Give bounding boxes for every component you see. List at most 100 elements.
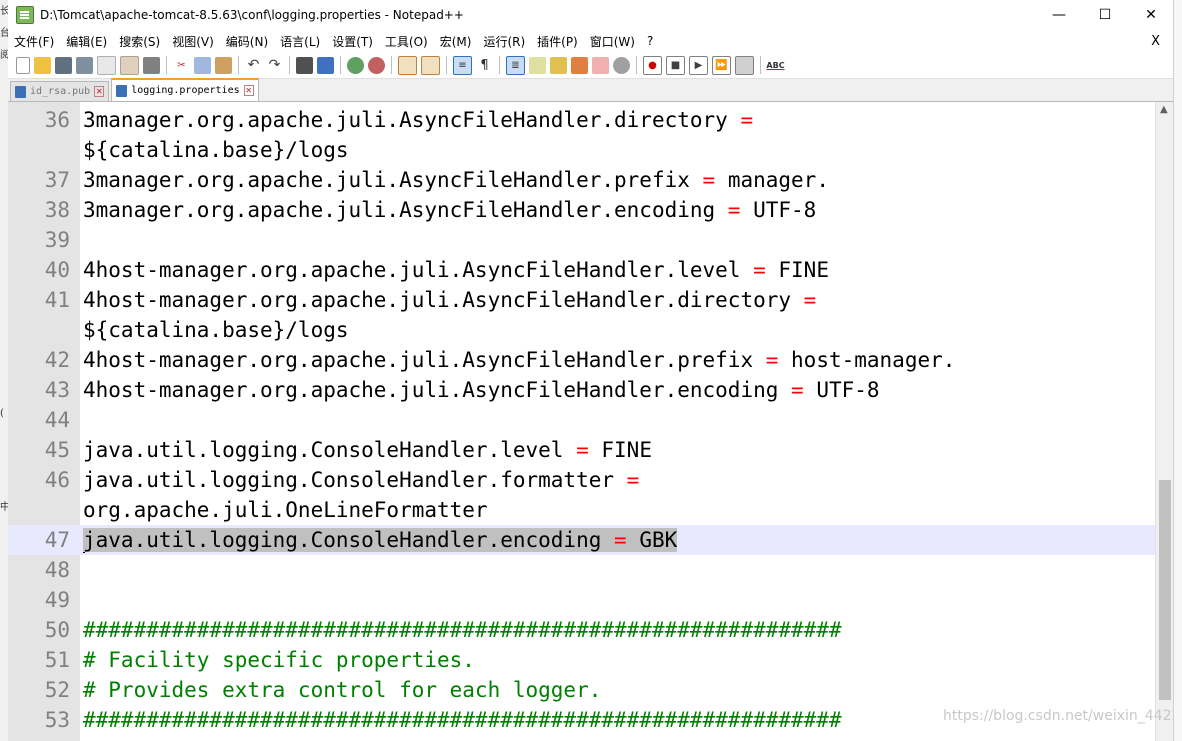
menu-language[interactable]: 语言(L) — [274, 33, 326, 50]
paste-icon[interactable] — [215, 56, 232, 74]
line-number: 42 — [44, 348, 70, 372]
editor-line[interactable]: 46 java.util.logging.ConsoleHandler.forma… — [8, 465, 1156, 495]
close-window-button[interactable]: ✕ — [1128, 0, 1174, 30]
editor-line[interactable]: 39 — [8, 225, 1156, 255]
menu-help[interactable]: ? — [641, 34, 659, 48]
title-bar[interactable]: D:\Tomcat\apache-tomcat-8.5.63\conf\logg… — [8, 0, 1174, 30]
close-icon[interactable] — [97, 55, 116, 75]
file-saved-icon — [15, 85, 26, 98]
menu-settings[interactable]: 设置(T) — [326, 33, 379, 50]
editor-line[interactable]: 49 — [8, 585, 1156, 615]
save-all-icon[interactable] — [76, 56, 93, 74]
cut-icon[interactable]: ✂ — [173, 57, 190, 74]
print-icon[interactable] — [143, 56, 160, 74]
redo-icon[interactable]: ↷ — [266, 57, 283, 74]
editor-line[interactable]: 40 4host-manager.org.apache.juli.AsyncFil… — [8, 255, 1156, 285]
editor-line[interactable]: 38 3manager.org.apache.juli.AsyncFileHand… — [8, 195, 1156, 225]
open-file-icon[interactable] — [34, 56, 51, 74]
save-macro-icon[interactable] — [735, 55, 754, 75]
line-number: 38 — [44, 198, 70, 222]
editor-line[interactable]: 47 java.util.logging.ConsoleHandler.encod… — [8, 525, 1156, 555]
code-token: = — [740, 108, 754, 132]
function-list-icon[interactable] — [571, 56, 588, 74]
scrollbar-thumb[interactable] — [1159, 480, 1171, 700]
code-token: ${catalina.base}/logs — [83, 318, 349, 342]
menu-plugins[interactable]: 插件(P) — [531, 33, 584, 50]
code-token: = — [727, 198, 741, 222]
copy-icon[interactable] — [194, 56, 211, 74]
code-token: java.util.logging.ConsoleHandler.level — [83, 438, 577, 462]
line-number: 46 — [44, 468, 70, 492]
editor-line[interactable]: 50 ######################################… — [8, 615, 1156, 645]
line-code: java.util.logging.ConsoleHandler.level =… — [83, 435, 652, 465]
zoom-in-icon[interactable] — [347, 56, 364, 74]
menu-file[interactable]: 文件(F) — [8, 33, 60, 50]
code-token: ${catalina.base}/logs — [83, 138, 349, 162]
menu-macro[interactable]: 宏(M) — [434, 33, 478, 50]
stop-macro-icon[interactable]: ■ — [666, 55, 685, 75]
close-icon[interactable]: ✕ — [243, 85, 254, 96]
sync-vertical-icon[interactable] — [398, 55, 417, 75]
maximize-button[interactable]: ☐ — [1082, 0, 1128, 30]
tab-logging-properties[interactable]: logging.properties ✕ — [111, 78, 259, 101]
menu-view[interactable]: 视图(V) — [166, 33, 220, 50]
zoom-out-icon[interactable] — [368, 56, 385, 74]
line-number: 45 — [44, 438, 70, 462]
editor-line[interactable]: 44 — [8, 405, 1156, 435]
scroll-up-arrow-icon[interactable]: ▲ — [1160, 104, 1168, 115]
editor-line[interactable]: 36 3manager.org.apache.juli.AsyncFileHand… — [8, 105, 1156, 135]
menu-encoding[interactable]: 编码(N) — [220, 33, 274, 50]
doc-map-icon[interactable] — [550, 56, 567, 74]
minimize-button[interactable]: — — [1036, 0, 1082, 30]
word-wrap-icon[interactable]: ≡ — [453, 55, 472, 75]
indent-guide-icon[interactable]: ≣ — [506, 55, 525, 75]
code-token: = — [765, 348, 779, 372]
editor-line[interactable]: 43 4host-manager.org.apache.juli.AsyncFil… — [8, 375, 1156, 405]
run-macro-multiple-icon[interactable]: ⏩ — [712, 55, 731, 75]
play-macro-icon[interactable]: ▶ — [689, 55, 708, 75]
undo-icon[interactable]: ↶ — [245, 57, 262, 74]
code-token: 4host-manager.org.apache.juli.AsyncFileH… — [83, 348, 766, 372]
tab-id-rsa-pub[interactable]: id_rsa.pub ✕ — [10, 81, 110, 101]
sync-horizontal-icon[interactable] — [421, 55, 440, 75]
editor-line[interactable]: 52 # Provides extra control for each logg… — [8, 675, 1156, 705]
tab-label: id_rsa.pub — [30, 86, 91, 97]
line-number: 52 — [44, 678, 70, 702]
menu-search[interactable]: 搜索(S) — [113, 33, 166, 50]
editor-line[interactable]: 42 4host-manager.org.apache.juli.AsyncFil… — [8, 345, 1156, 375]
new-file-icon[interactable] — [16, 56, 30, 74]
code-token: ########################################… — [83, 708, 842, 732]
editor-line[interactable]: 41 4host-manager.org.apache.juli.AsyncFil… — [8, 285, 1156, 315]
udl-icon[interactable] — [529, 56, 546, 74]
monitor-icon[interactable] — [613, 56, 630, 74]
save-icon[interactable] — [55, 56, 72, 74]
menu-edit[interactable]: 编辑(E) — [60, 33, 113, 50]
folder-workspace-icon[interactable] — [592, 56, 609, 74]
close-all-icon[interactable] — [120, 55, 139, 75]
toolbar-separator — [499, 56, 500, 74]
close-document-button[interactable]: X — [1145, 34, 1166, 49]
menu-window[interactable]: 窗口(W) — [584, 33, 641, 50]
line-code: ########################################… — [83, 705, 842, 735]
editor-area[interactable]: 36 3manager.org.apache.juli.AsyncFileHand… — [8, 102, 1174, 741]
editor-line[interactable]: ${catalina.base}/logs — [8, 315, 1156, 345]
spellcheck-icon[interactable]: ABC — [766, 57, 784, 74]
menu-tools[interactable]: 工具(O) — [379, 33, 434, 50]
editor-line[interactable]: ${catalina.base}/logs — [8, 135, 1156, 165]
menu-run[interactable]: 运行(R) — [477, 33, 531, 50]
line-number: 47 — [44, 528, 70, 552]
editor-line[interactable]: 45 java.util.logging.ConsoleHandler.level… — [8, 435, 1156, 465]
editor-line[interactable]: 51 # Facility specific properties. — [8, 645, 1156, 675]
show-all-chars-icon[interactable]: ¶ — [476, 57, 493, 74]
background-window-strip — [1173, 0, 1182, 741]
record-macro-icon[interactable]: ● — [643, 55, 662, 75]
editor-line[interactable]: 37 3manager.org.apache.juli.AsyncFileHand… — [8, 165, 1156, 195]
watermark: https://blog.csdn.net/weixin_44223946 — [943, 708, 1174, 724]
editor-line[interactable]: org.apache.juli.OneLineFormatter — [8, 495, 1156, 525]
toolbar-separator — [289, 56, 290, 74]
close-icon[interactable]: ✕ — [94, 86, 105, 97]
replace-icon[interactable] — [317, 56, 334, 74]
editor-line[interactable]: 48 — [8, 555, 1156, 585]
vertical-scrollbar[interactable]: ▲ — [1155, 102, 1174, 741]
find-icon[interactable] — [296, 56, 313, 74]
